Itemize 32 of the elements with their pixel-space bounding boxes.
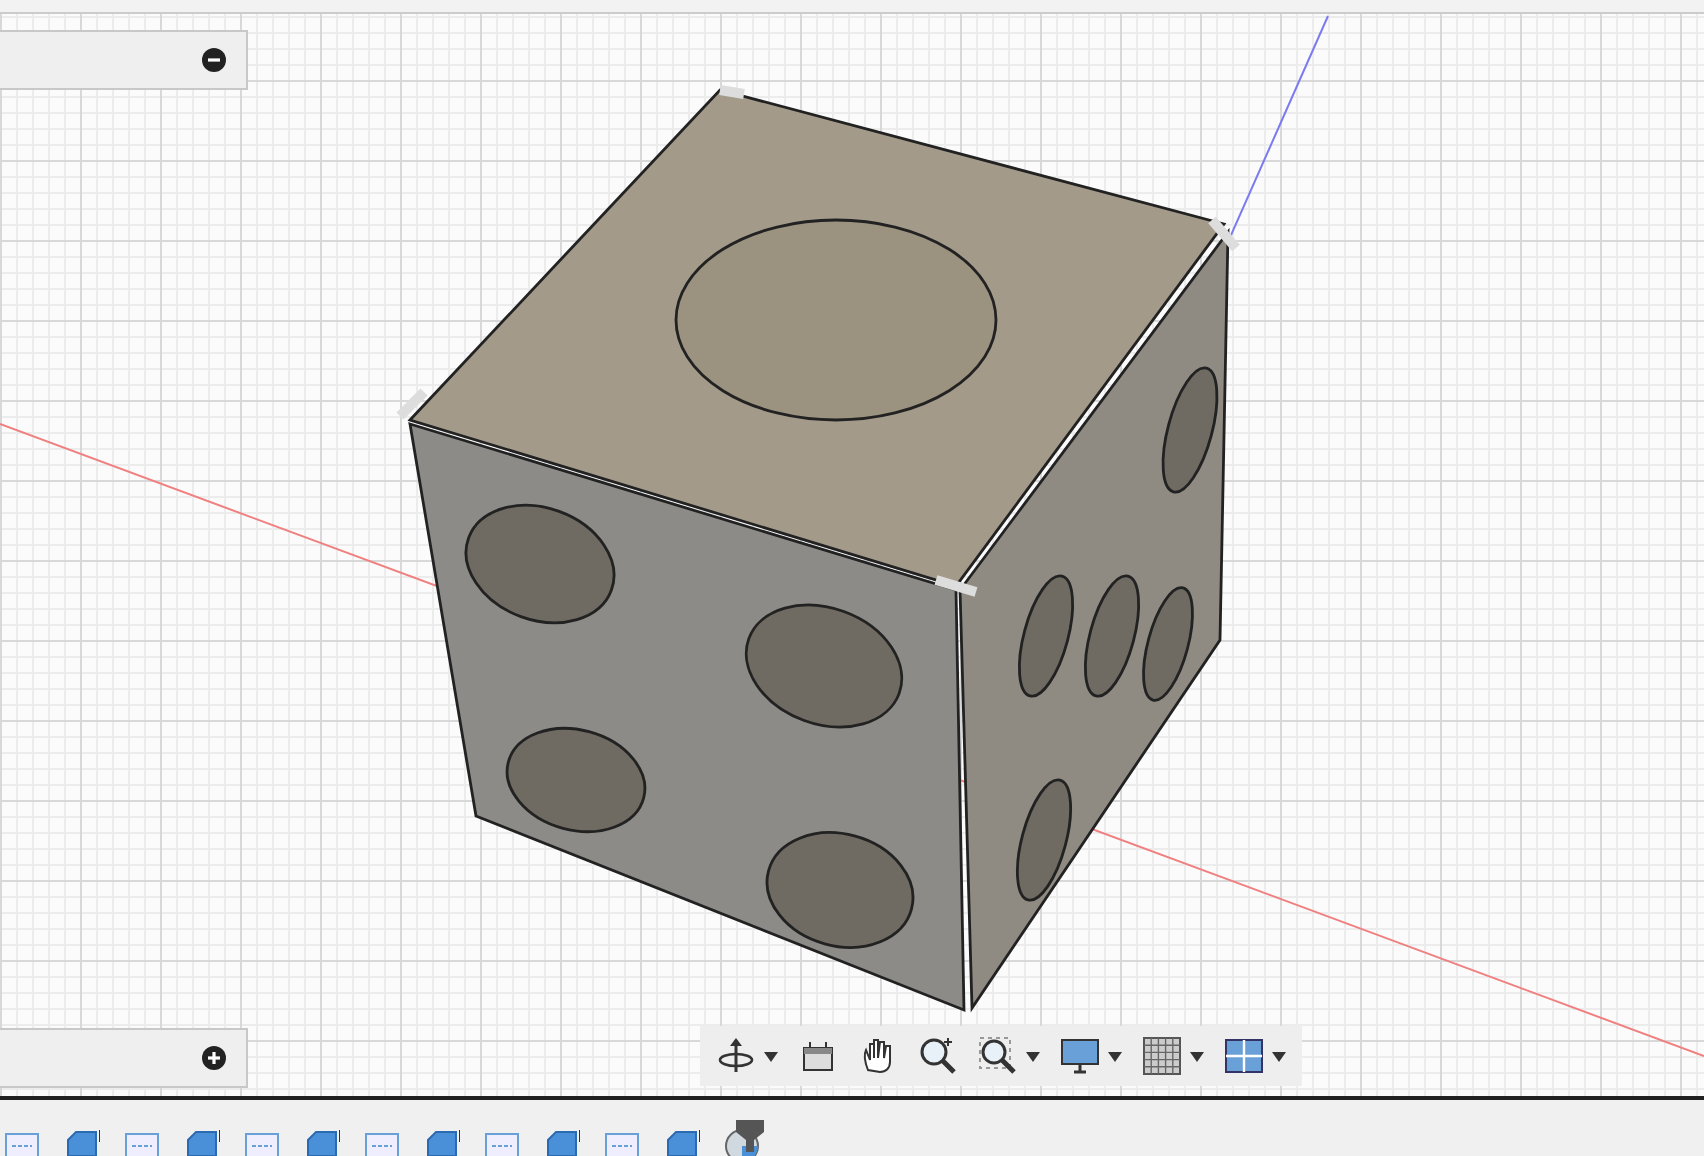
- extrude-feature-button[interactable]: [64, 1128, 100, 1156]
- extrude-feature-button[interactable]: [184, 1128, 220, 1156]
- playhead-marker[interactable]: [736, 1120, 764, 1152]
- magnifier-icon: [978, 1036, 1018, 1076]
- expand-button[interactable]: [202, 1046, 226, 1070]
- collapse-button[interactable]: [202, 48, 226, 72]
- extrude-icon: [424, 1128, 460, 1156]
- extrude-icon: [304, 1128, 340, 1156]
- sketch-icon: [124, 1128, 160, 1156]
- grid-tool-button[interactable]: [1138, 1032, 1208, 1080]
- orbit-icon: [716, 1036, 756, 1076]
- grid-icon: [1142, 1036, 1182, 1076]
- viewports-icon: [1224, 1036, 1264, 1076]
- sketch-icon: [484, 1128, 520, 1156]
- extrude-feature-button[interactable]: [544, 1128, 580, 1156]
- extrude-feature-button[interactable]: [304, 1128, 340, 1156]
- extrude-icon: [184, 1128, 220, 1156]
- sketch-icon: [364, 1128, 400, 1156]
- sketch-icon: [604, 1128, 640, 1156]
- extrude-icon: [544, 1128, 580, 1156]
- extrude-feature-button[interactable]: [664, 1128, 700, 1156]
- monitor-icon: [1060, 1036, 1100, 1076]
- plus-icon: [202, 1046, 226, 1070]
- zoom-icon: [918, 1036, 958, 1076]
- extrude-feature-button[interactable]: [424, 1128, 460, 1156]
- viewport-canvas[interactable]: [0, 0, 1704, 1100]
- extrude-icon: [664, 1128, 700, 1156]
- sketch-icon: [244, 1128, 280, 1156]
- sketch-icon: [4, 1128, 40, 1156]
- camera-icon: [798, 1036, 838, 1076]
- minus-icon: [202, 48, 226, 72]
- extrude-icon: [64, 1128, 100, 1156]
